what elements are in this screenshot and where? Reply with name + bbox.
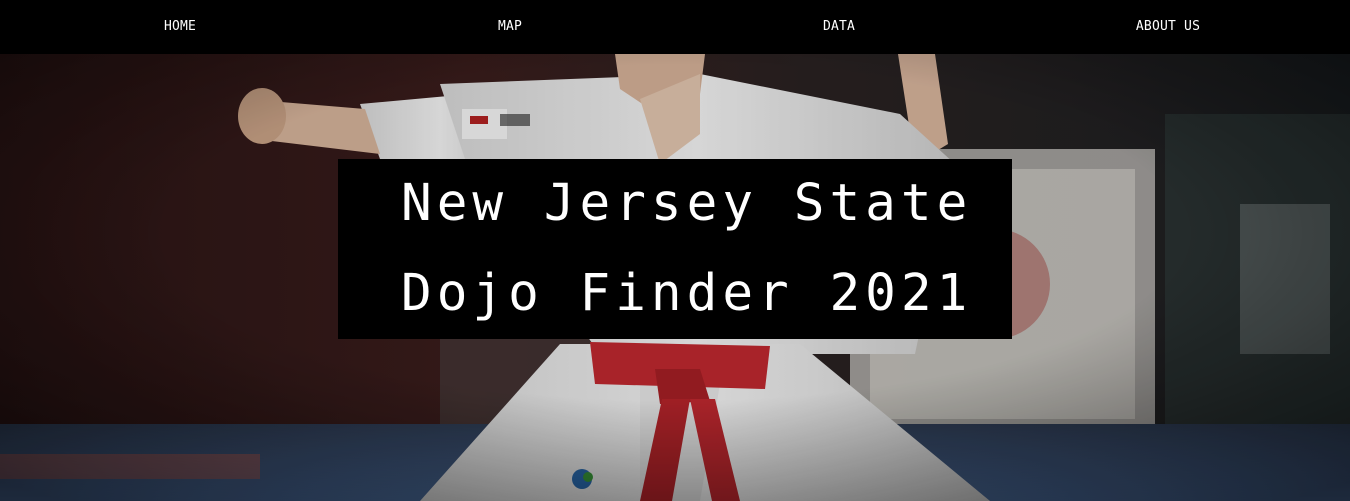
hero-title-box: New Jersey State Dojo Finder 2021: [338, 159, 1012, 339]
nav-data-link[interactable]: DATA: [823, 0, 855, 54]
top-navigation: HOME MAP DATA ABOUT US: [0, 0, 1350, 54]
nav-map-link[interactable]: MAP: [498, 0, 522, 54]
hero-title-line-2: Dojo Finder 2021: [401, 264, 973, 323]
nav-home-link[interactable]: HOME: [164, 0, 196, 54]
hero-title-line-1: New Jersey State: [401, 174, 973, 233]
nav-about-us-link[interactable]: ABOUT US: [1136, 0, 1200, 54]
